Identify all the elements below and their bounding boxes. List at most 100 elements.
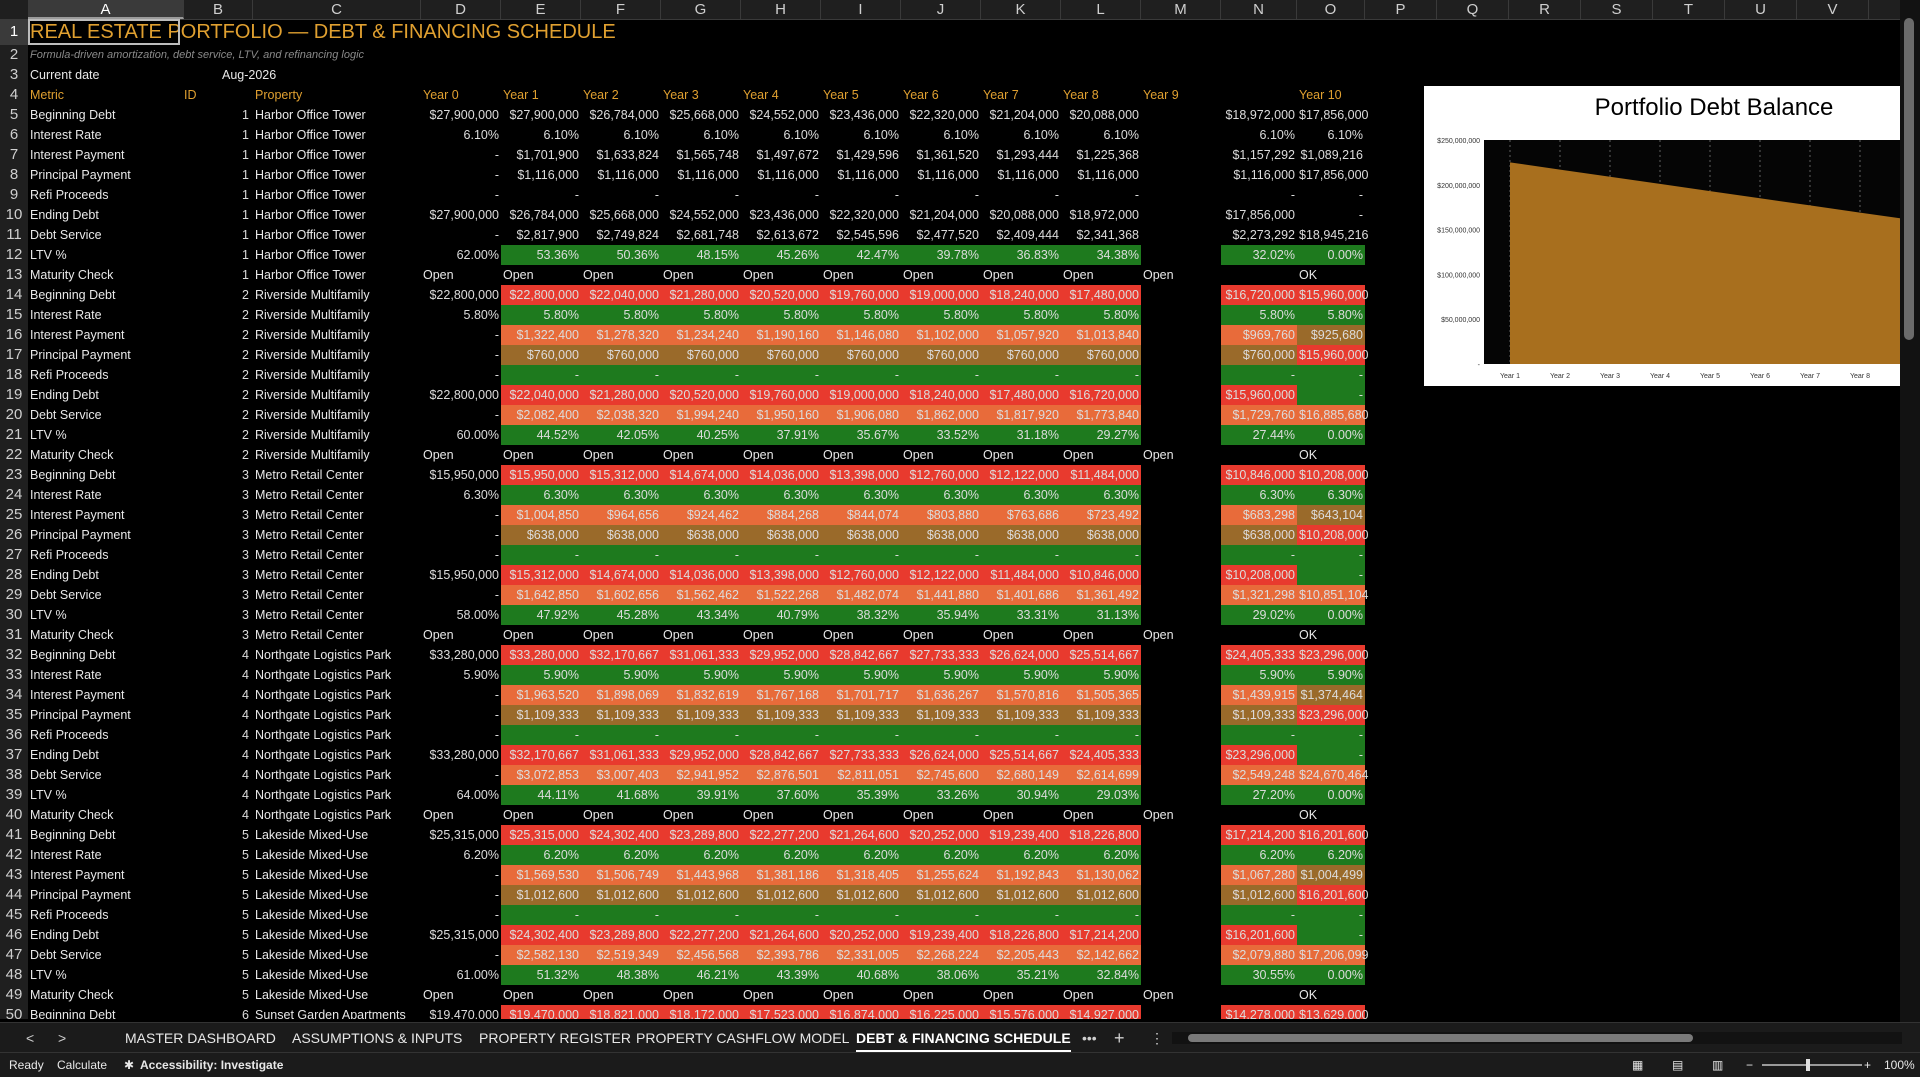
metric-label[interactable]: LTV % — [28, 425, 184, 445]
schedule-value[interactable]: $2,745,600 — [901, 765, 981, 785]
property-name[interactable]: Northgate Logistics Park — [253, 685, 421, 705]
schedule-value[interactable] — [1221, 805, 1297, 825]
schedule-value[interactable]: $15,960,000 — [1297, 285, 1365, 305]
schedule-value[interactable]: Open — [661, 985, 741, 1005]
schedule-value[interactable]: $1,012,600 — [741, 885, 821, 905]
year-0-value[interactable]: $22,800,000 — [421, 285, 501, 305]
year-0-value[interactable]: - — [421, 225, 501, 245]
schedule-value[interactable]: $22,800,000 — [501, 285, 581, 305]
schedule-value[interactable]: Open — [1061, 445, 1141, 465]
schedule-value[interactable]: $638,000 — [981, 525, 1061, 545]
schedule-value[interactable] — [1141, 125, 1221, 145]
schedule-value[interactable]: $638,000 — [501, 525, 581, 545]
metric-label[interactable]: Debt Service — [28, 765, 184, 785]
schedule-value[interactable]: $1,012,600 — [901, 885, 981, 905]
schedule-value[interactable]: 6.30% — [741, 485, 821, 505]
schedule-value[interactable]: $27,733,333 — [821, 745, 901, 765]
schedule-value[interactable]: Open — [501, 265, 581, 285]
property-name[interactable]: Lakeside Mixed-Use — [253, 825, 421, 845]
schedule-value[interactable]: $1,130,062 — [1061, 865, 1141, 885]
schedule-value[interactable]: $22,040,000 — [581, 285, 661, 305]
property-name[interactable]: Harbor Office Tower — [253, 245, 421, 265]
schedule-value[interactable]: 5.80% — [1061, 305, 1141, 325]
schedule-value[interactable]: $1,569,530 — [501, 865, 581, 885]
column-title[interactable]: Property — [253, 85, 421, 105]
schedule-value[interactable]: - — [1297, 545, 1365, 565]
schedule-value[interactable]: $1,109,333 — [981, 705, 1061, 725]
column-header-d[interactable]: D — [421, 0, 501, 19]
schedule-value[interactable]: $1,701,900 — [501, 145, 581, 165]
schedule-value[interactable]: $964,656 — [581, 505, 661, 525]
year-0-value[interactable]: - — [421, 405, 501, 425]
schedule-value[interactable]: 6.20% — [741, 845, 821, 865]
metric-label[interactable]: Ending Debt — [28, 205, 184, 225]
schedule-value[interactable] — [1141, 765, 1221, 785]
metric-label[interactable]: Debt Service — [28, 405, 184, 425]
schedule-value[interactable]: $24,670,464 — [1297, 765, 1365, 785]
schedule-value[interactable]: Open — [501, 805, 581, 825]
year-0-value[interactable]: - — [421, 165, 501, 185]
schedule-value[interactable]: - — [1297, 905, 1365, 925]
schedule-value[interactable]: $1,012,600 — [661, 885, 741, 905]
sheet-options-icon[interactable]: ⋮ — [1150, 1023, 1164, 1053]
schedule-value[interactable]: $20,088,000 — [981, 205, 1061, 225]
schedule-value[interactable]: $1,361,492 — [1061, 585, 1141, 605]
property-id[interactable]: 3 — [184, 565, 251, 585]
schedule-value[interactable]: - — [981, 725, 1061, 745]
schedule-value[interactable]: $25,668,000 — [581, 205, 661, 225]
metric-label[interactable]: Principal Payment — [28, 345, 184, 365]
schedule-value[interactable]: $760,000 — [741, 345, 821, 365]
schedule-value[interactable]: $11,484,000 — [981, 565, 1061, 585]
schedule-value[interactable]: $1,102,000 — [901, 325, 981, 345]
schedule-value[interactable]: $1,642,850 — [501, 585, 581, 605]
schedule-value[interactable]: $21,280,000 — [581, 385, 661, 405]
schedule-value[interactable] — [1141, 485, 1221, 505]
schedule-value[interactable] — [1221, 625, 1297, 645]
prev-sheet-button[interactable]: < — [26, 1023, 34, 1053]
metric-label[interactable]: Refi Proceeds — [28, 185, 184, 205]
schedule-value[interactable]: $969,760 — [1221, 325, 1297, 345]
schedule-value[interactable]: 6.20% — [1221, 845, 1297, 865]
metric-label[interactable]: Interest Rate — [28, 845, 184, 865]
schedule-value[interactable] — [1141, 345, 1221, 365]
schedule-value[interactable]: $1,278,320 — [581, 325, 661, 345]
schedule-value[interactable]: $26,784,000 — [501, 205, 581, 225]
schedule-value[interactable]: $10,846,000 — [1061, 565, 1141, 585]
column-header-l[interactable]: L — [1061, 0, 1141, 19]
schedule-value[interactable]: $1,109,333 — [741, 705, 821, 725]
row-header[interactable]: 35 — [0, 705, 28, 725]
schedule-value[interactable]: $3,072,853 — [501, 765, 581, 785]
schedule-value[interactable]: $18,945,216 — [1297, 225, 1365, 245]
schedule-value[interactable] — [1141, 605, 1221, 625]
zoom-slider-thumb[interactable] — [1806, 1059, 1810, 1071]
schedule-value[interactable] — [1141, 325, 1221, 345]
schedule-value[interactable]: Open — [661, 445, 741, 465]
schedule-value[interactable]: - — [901, 905, 981, 925]
schedule-value[interactable]: 0.00% — [1297, 245, 1365, 265]
row-header[interactable]: 33 — [0, 665, 28, 685]
schedule-value[interactable]: $19,760,000 — [741, 385, 821, 405]
schedule-value[interactable]: $683,298 — [1221, 505, 1297, 525]
schedule-value[interactable] — [1221, 265, 1297, 285]
property-id[interactable]: 5 — [184, 985, 251, 1005]
schedule-value[interactable]: Open — [901, 265, 981, 285]
schedule-value[interactable]: $803,880 — [901, 505, 981, 525]
schedule-value[interactable]: $14,927,000 — [1061, 1005, 1141, 1019]
schedule-value[interactable]: $14,278,000 — [1221, 1005, 1297, 1019]
year-0-value[interactable]: 60.00% — [421, 425, 501, 445]
row-header[interactable]: 44 — [0, 885, 28, 905]
schedule-value[interactable]: - — [581, 545, 661, 565]
portfolio-debt-balance-chart[interactable]: Portfolio Debt Balance $250,000,000$200,… — [1424, 86, 1900, 386]
schedule-value[interactable] — [1141, 925, 1221, 945]
schedule-value[interactable]: $21,204,000 — [901, 205, 981, 225]
schedule-value[interactable]: $17,856,000 — [1221, 205, 1297, 225]
metric-label[interactable]: Principal Payment — [28, 705, 184, 725]
schedule-value[interactable]: 5.90% — [501, 665, 581, 685]
schedule-value[interactable]: $1,109,333 — [581, 705, 661, 725]
schedule-value[interactable]: $1,012,600 — [501, 885, 581, 905]
schedule-value[interactable]: - — [741, 725, 821, 745]
property-id[interactable]: 4 — [184, 665, 251, 685]
schedule-value[interactable]: 6.20% — [1297, 845, 1365, 865]
schedule-value[interactable]: $1,862,000 — [901, 405, 981, 425]
schedule-value[interactable]: $2,613,672 — [741, 225, 821, 245]
